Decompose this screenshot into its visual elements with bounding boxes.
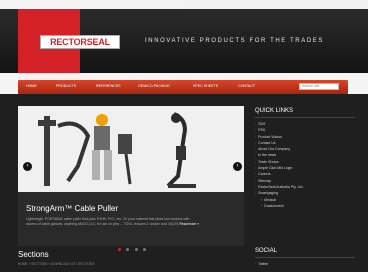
nav-home[interactable]: HOME: [26, 84, 37, 88]
slider-description: Lightweight, PORTABLE cable puller that …: [26, 217, 236, 227]
chevron-right-icon: ›: [255, 128, 257, 133]
chevron-right-icon: ›: [255, 166, 257, 171]
chevron-right-icon: ›: [255, 140, 257, 145]
chevron-right-icon: ›: [255, 172, 257, 177]
header-tagline: INNOVATIVE PRODUCTS FOR THE TRADES: [145, 38, 324, 44]
search-input[interactable]: Search site: [299, 83, 339, 90]
nav-references[interactable]: REFERENCES: [96, 84, 121, 88]
product-slider[interactable]: StrongArm™ Cable Puller Lightweight, POR…: [18, 106, 244, 246]
slider-prev-button[interactable]: ‹: [23, 162, 32, 171]
logo-text: RECTORSEAL: [50, 37, 110, 47]
slider-dot-3[interactable]: [134, 248, 138, 251]
slider-next-button[interactable]: ›: [233, 162, 242, 171]
breadcrumb[interactable]: HOME » SECTIONS » DOWNLOAD LIST SECTIONS: [18, 262, 94, 266]
quick-links-divider: [255, 117, 355, 118]
chevron-right-icon: ›: [255, 178, 257, 183]
nav-products[interactable]: PRODUCTS: [56, 84, 76, 88]
sections-heading: Sections: [18, 250, 49, 259]
chevron-right-icon: ›: [261, 197, 263, 202]
chevron-right-icon: ›: [255, 147, 257, 152]
nav-contact[interactable]: CONTACT: [238, 84, 255, 88]
chevron-right-icon: ›: [255, 134, 257, 139]
browser-page: RECTORSEAL INNOVATIVE PRODUCTS FOR THE T…: [0, 0, 368, 272]
chevron-right-icon: ›: [255, 159, 257, 164]
chevron-right-icon: ›: [255, 153, 257, 158]
chevron-right-icon: ›: [261, 203, 263, 208]
social-divider: [255, 257, 355, 258]
read-more-link[interactable]: Read more »: [179, 222, 199, 226]
chevron-right-icon: ›: [255, 122, 257, 126]
social-title: SOCIAL: [255, 248, 278, 254]
social-twitter-link[interactable]: › Twitter: [255, 262, 268, 266]
nav-oem-copacking[interactable]: OEM/CO-PACKING: [138, 84, 170, 88]
quick-links-list: › SDS › RSS › Product Videos › Contact Us › A…: [255, 121, 303, 209]
quick-link-dualconnect[interactable]: › Dualconnect: [255, 203, 303, 209]
nav-spec-sheets[interactable]: SPEC SHEETS: [193, 84, 218, 88]
chevron-right-icon: ›: [255, 262, 257, 266]
slider-desc-line-2: dozens of cable glasses, anything AMCO,L…: [26, 222, 199, 226]
chevron-right-icon: ›: [255, 191, 257, 196]
chevron-right-icon: ›: [255, 184, 257, 189]
quick-links-title: QUICK LINKS: [255, 108, 294, 114]
slider-dot-1[interactable]: [118, 248, 121, 251]
cable-puller-illustration: [18, 106, 244, 192]
rectorseal-logo[interactable]: RECTORSEAL: [40, 35, 120, 49]
slider-image: [18, 106, 244, 192]
slider-pagination: [118, 238, 147, 256]
slider-dot-4[interactable]: [143, 248, 147, 251]
slider-title[interactable]: StrongArm™ Cable Puller: [26, 204, 118, 213]
slider-dot-2[interactable]: [126, 248, 130, 251]
